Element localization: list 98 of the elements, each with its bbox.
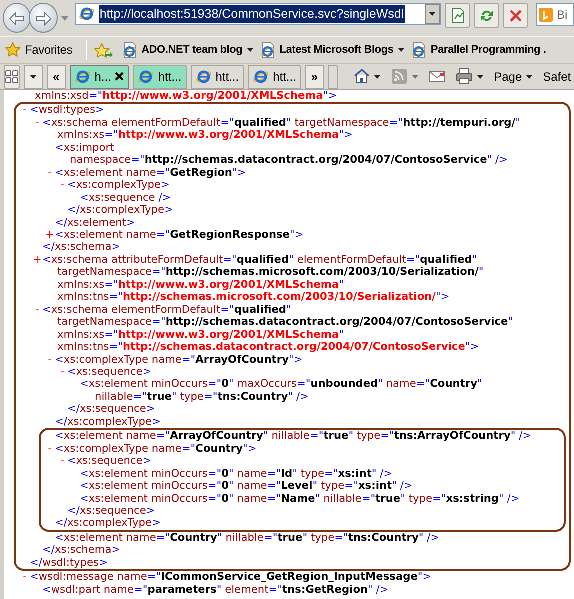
xml-line: </xs:schema> — [42, 241, 121, 254]
xml-line: xmlns:tns="http://schemas.datacontract.org/2004/07/ContosoService"> — [58, 341, 480, 354]
xml-line: <xs:element name="Country" nillable="true" type="tns:Country" /> — [55, 532, 440, 544]
collapse-toggle[interactable]: - — [45, 354, 55, 366]
xml-line: targetNamespace="http://schemas.datacontract.org/2004/07/ContosoService" — [58, 316, 514, 329]
browser-logo-icon — [78, 6, 95, 22]
xml-line: <xs:complexType name="Country"> — [55, 442, 257, 456]
xml-line: <xs:complexType name="ArrayOfCountry"> — [55, 354, 303, 366]
xml-line: nillable="true" type="tns:Country" /> — [95, 390, 309, 404]
xml-line: </xs:sequence> — [68, 403, 156, 416]
home-icon — [353, 68, 370, 85]
xml-line: <xs:schema attributeFormDefault="qualified" elementFormDefault="qualified" — [42, 254, 478, 266]
xml-line: </xs:sequence> — [68, 504, 156, 518]
xml-line: <wsdl:message name="ICommonService_GetRegion_InputMessage"> — [30, 571, 432, 584]
search-field[interactable]: Bi — [536, 3, 574, 26]
star-arrow-icon — [94, 42, 114, 59]
safety-menu-button[interactable]: Safet — [540, 68, 574, 86]
tab-list-button[interactable] — [24, 64, 43, 88]
history-caret-icon[interactable] — [60, 16, 69, 21]
page-icon — [450, 8, 466, 24]
xml-line: </xs:complexType> — [55, 416, 161, 428]
collapse-toggle[interactable]: - — [58, 179, 68, 192]
xml-line: <xs:element minOccurs="0" name="Id" type="xs:int" /> — [80, 468, 393, 480]
xml-line: xmlns:tns="http://schemas.microsoft.com/2003/10/Serialization/"> — [58, 291, 450, 304]
scroll-tabs-left-button[interactable]: « — [47, 64, 66, 88]
favorites-button[interactable]: Favorites — [4, 41, 74, 59]
xml-line: <xs:sequence> — [68, 455, 152, 468]
xml-line: </wsdl:types> — [30, 556, 108, 570]
browser-tab[interactable]: htt... — [133, 64, 187, 88]
browser-tab[interactable]: htt... — [190, 64, 244, 88]
xml-line: <wsdl:part name="parameters" element="tns:GetRegion" /> — [42, 584, 389, 596]
web-page-icon — [260, 42, 276, 58]
forward-arrow-icon — [36, 12, 52, 26]
collapse-toggle[interactable]: - — [45, 442, 55, 456]
caret-icon — [30, 74, 37, 78]
page-menu-button[interactable]: Page — [491, 68, 536, 86]
back-button[interactable] — [3, 3, 32, 33]
compatibility-button[interactable] — [445, 3, 470, 28]
collapse-toggle[interactable]: - — [20, 104, 30, 117]
browser-tab[interactable]: h... — [70, 64, 130, 88]
favorite-link[interactable]: Latest Microsoft Blogs — [258, 42, 406, 58]
xml-line: <wsdl:types> — [30, 104, 104, 117]
xml-line: xmlns:xs="http://www.w3.org/2001/XMLSchema" — [58, 328, 344, 342]
xml-line: <xs:sequence> — [68, 366, 152, 378]
forward-button[interactable] — [29, 3, 58, 33]
stop-button[interactable] — [503, 3, 528, 28]
xml-line: </xs:schema> — [42, 544, 121, 557]
refresh-button[interactable] — [474, 3, 500, 28]
xml-line: <xs:element name="ArrayOfCountry" nillable="true" type="tns:ArrayOfCountry" /> — [55, 430, 532, 443]
browser-logo-icon — [74, 68, 91, 84]
browser-tab[interactable]: htt... — [248, 64, 302, 88]
caret-icon — [429, 12, 436, 16]
favorite-link[interactable]: ADO.NET team blog — [120, 42, 255, 58]
back-arrow-icon — [9, 12, 26, 26]
collapse-toggle[interactable]: - — [45, 166, 55, 180]
printer-icon — [456, 68, 474, 85]
xml-line: <xs:element minOccurs="0" name="Level" type="xs:int" /> — [80, 480, 413, 492]
collapse-toggle[interactable]: - — [32, 304, 42, 316]
xml-line: namespace="http://schemas.datacontract.org/2004/07/ContosoService" /> — [70, 154, 508, 167]
xml-line: <xs:sequence /> — [80, 192, 172, 204]
web-page-icon — [122, 42, 138, 58]
xml-line: <xs:element minOccurs="0" maxOccurs="unbounded" name="Country" — [80, 378, 482, 391]
xml-line: targetNamespace="http://schemas.microsoft.com/2003/10/Serialization/" — [58, 266, 484, 279]
xml-line: xmlns:xs="http://www.w3.org/2001/XMLSchema"> — [58, 129, 353, 142]
close-icon — [508, 8, 524, 24]
address-field[interactable]: http://localhost:51938/CommonService.svc?singleWsdl — [74, 3, 442, 25]
web-page-icon — [410, 42, 427, 58]
favorite-link[interactable]: Parallel Programming . — [410, 42, 548, 58]
search-provider-icon — [539, 8, 554, 22]
xml-line: </xs:complexType> — [68, 204, 174, 217]
collapse-toggle[interactable]: - — [20, 571, 30, 584]
collapse-toggle[interactable]: + — [32, 254, 42, 266]
xml-line: <xs:schema elementFormDefault="qualified" targetNamespace="http://tempuri.org/" — [42, 116, 520, 130]
xml-line: xmlns:xsd="http://www.w3.org/2001/XMLSchema"> — [35, 90, 338, 102]
feed-icon — [391, 68, 408, 85]
xml-line: <xs:complexType> — [68, 179, 170, 192]
xml-line: <xs:import — [55, 142, 114, 154]
collapse-toggle[interactable]: - — [58, 366, 68, 378]
xml-line: <xs:element name="GetRegion"> — [55, 166, 246, 180]
xml-line: </xs:complexType> — [55, 517, 161, 530]
grid-icon — [5, 70, 19, 84]
star-icon — [5, 42, 21, 58]
quick-tabs-button[interactable] — [4, 64, 20, 88]
url-text: http://localhost:51938/CommonService.svc?singleWsdl — [98, 4, 406, 24]
xml-line: <xs:element minOccurs="0" name="Name" nillable="true" type="xs:string" /> — [80, 492, 520, 505]
scroll-tabs-right-button[interactable]: » — [305, 64, 324, 88]
collapse-toggle[interactable]: - — [58, 455, 68, 468]
close-icon[interactable] — [115, 72, 124, 81]
browser-logo-icon — [253, 68, 270, 84]
xml-line: </xs:element> — [55, 216, 136, 229]
browser-logo-icon — [196, 68, 212, 84]
xml-line: <xs:schema elementFormDefault="qualified" — [42, 304, 292, 316]
collapse-toggle[interactable]: - — [32, 116, 42, 130]
address-dropdown-button[interactable] — [425, 4, 440, 24]
browser-logo-icon — [138, 68, 154, 84]
xml-line: xmlns:xs="http://www.w3.org/2001/XMLSchema" — [58, 278, 344, 292]
collapse-toggle[interactable]: + — [45, 228, 55, 242]
xml-line: <xs:element name="GetRegionResponse"> — [55, 228, 304, 242]
